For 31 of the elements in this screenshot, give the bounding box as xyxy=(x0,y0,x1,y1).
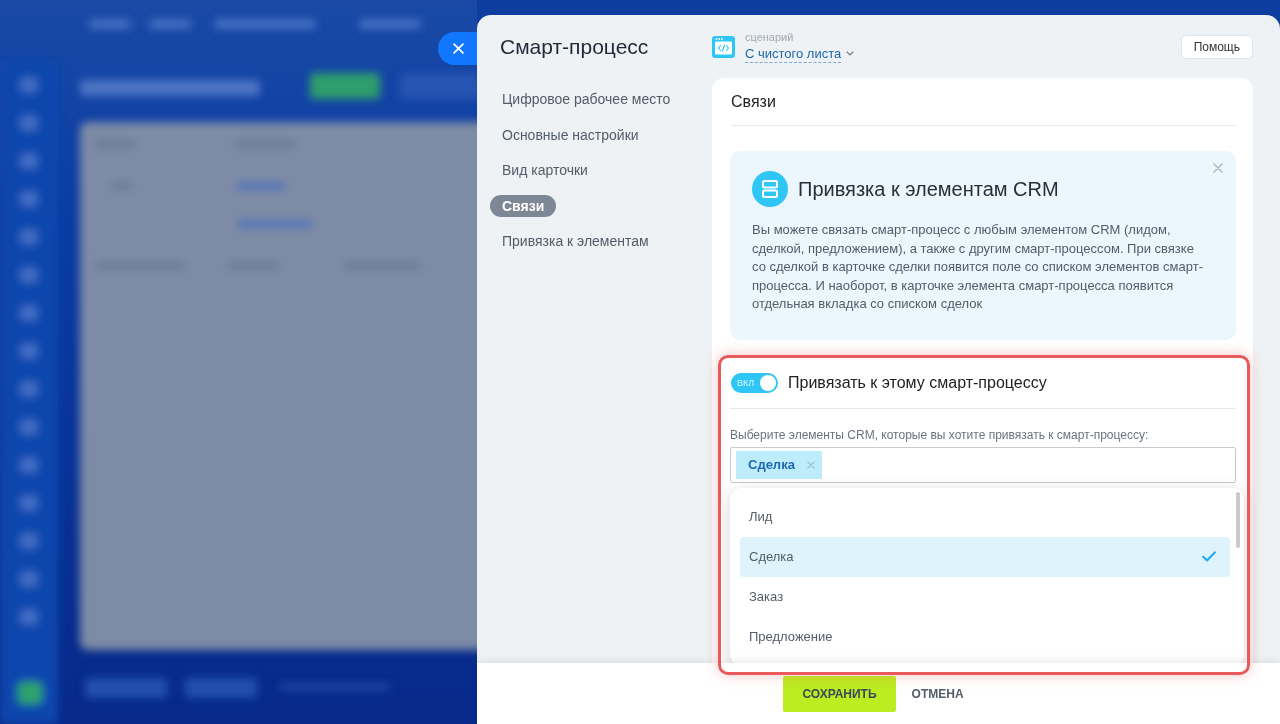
stacked-rows-icon xyxy=(752,171,788,207)
help-button[interactable]: Помощь xyxy=(1180,34,1253,59)
close-button[interactable] xyxy=(438,32,477,65)
close-icon xyxy=(453,43,464,54)
sidebar-item[interactable]: Привязка к элементам xyxy=(490,230,661,252)
dropdown-option[interactable]: Предложение xyxy=(740,616,1230,657)
sidebar-item[interactable]: Цифровое рабочее место xyxy=(490,88,683,110)
info-title: Привязка к элементам CRM xyxy=(798,177,1059,201)
sidebar-item[interactable]: Вид карточки xyxy=(490,159,600,181)
panel-title: Смарт-процесс xyxy=(500,34,649,59)
info-text: Вы можете связать смарт-процесс с любым элементом CRM (лидом, сделкой, предложением), а также с другим смарт-процессом. При связке со сделкой в карточке сделки появится поле со списком элементов смарт-процесса. И наоборот, в карточке элемента смарт-процесса появится отдельная вкладка со списком сделок xyxy=(752,221,1204,313)
dropdown-option[interactable]: Сделка xyxy=(740,536,1230,577)
dropdown-option[interactable]: Лид xyxy=(740,496,1230,537)
crm-elements-field[interactable]: Сделка xyxy=(730,446,1236,483)
sidebar-item[interactable]: Основные настройки xyxy=(490,123,651,146)
dropdown-option[interactable]: Заказ xyxy=(740,576,1230,617)
scrollbar[interactable] xyxy=(1236,491,1240,548)
section-title: Связи xyxy=(731,78,1236,126)
sidebar-item[interactable]: Связи xyxy=(490,194,557,217)
code-window-icon xyxy=(712,35,735,58)
save-button[interactable]: СОХРАНИТЬ xyxy=(783,675,896,712)
close-icon xyxy=(1213,163,1223,173)
tag-chip[interactable]: Сделка xyxy=(736,450,822,479)
field-label: Выберите элементы CRM, которые вы хотите привязать к смарт-процессу: xyxy=(730,426,1150,443)
cancel-button[interactable]: ОТМЕНА xyxy=(911,675,964,712)
checkmark-icon xyxy=(1202,551,1216,562)
scenario-caption: сценарий xyxy=(745,30,795,44)
binding-title: Привязать к этому смарт-процессу xyxy=(788,373,1047,392)
chevron-down-icon xyxy=(846,51,855,56)
close-icon xyxy=(806,460,815,469)
scenario-link[interactable]: С чистого листа xyxy=(745,44,855,63)
